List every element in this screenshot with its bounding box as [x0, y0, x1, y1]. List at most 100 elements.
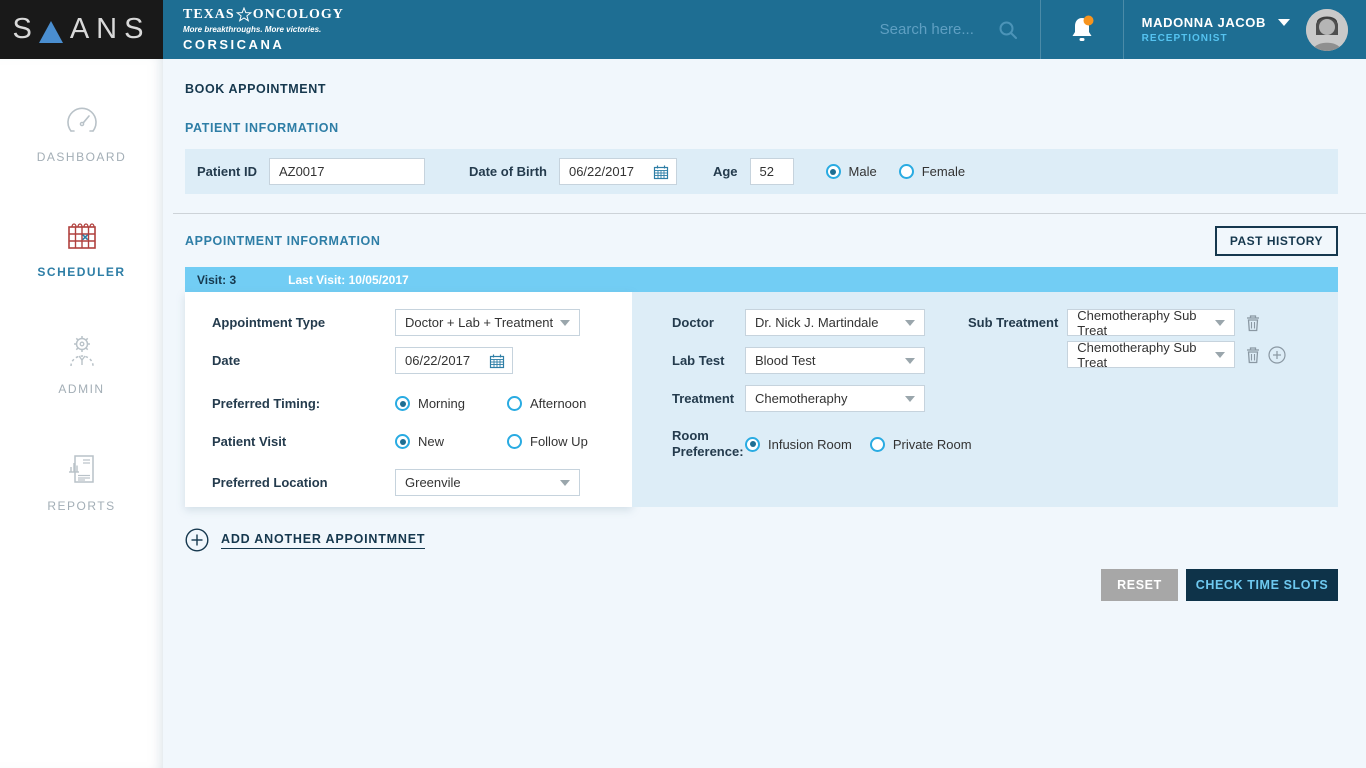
check-time-slots-button[interactable]: CHECK TIME SLOTS — [1186, 569, 1338, 601]
calendar-icon — [489, 353, 505, 369]
sidebar-item-reports[interactable]: REPORTS — [0, 450, 163, 513]
appointment-left-panel: Appointment Type Doctor + Lab + Treatmen… — [185, 292, 632, 507]
timing-afternoon-radio[interactable]: Afternoon — [507, 396, 586, 411]
visit-count: Visit: 3 — [197, 273, 236, 287]
date-label: Date — [212, 353, 395, 368]
preferred-timing-label: Preferred Timing: — [212, 396, 395, 411]
caret-down-icon — [905, 396, 915, 402]
lab-test-label: Lab Test — [672, 353, 745, 368]
lab-test-select[interactable]: Blood Test — [745, 347, 925, 374]
user-name: MADONNA JACOB — [1142, 15, 1266, 30]
sub-treatment-row: Chemotheraphy Sub Treat — [1067, 309, 1286, 336]
treatment-select[interactable]: Chemotheraphy — [745, 385, 925, 412]
main-content: BOOK APPOINTMENT PATIENT INFORMATION Pat… — [163, 59, 1366, 768]
dob-input[interactable]: 06/22/2017 — [559, 158, 677, 185]
age-input[interactable] — [750, 158, 794, 185]
gender-female-radio[interactable]: Female — [899, 164, 965, 179]
appointment-date-input[interactable]: 06/22/2017 — [395, 347, 513, 374]
dob-label: Date of Birth — [469, 164, 547, 179]
preferred-location-select[interactable]: Greenvile — [395, 469, 580, 496]
radio-unselected-icon — [507, 396, 522, 411]
calendar-icon — [653, 164, 669, 180]
logo-triangle-icon — [39, 21, 63, 43]
app-logo: S ANS — [0, 0, 163, 59]
gender-male-radio[interactable]: Male — [826, 164, 877, 179]
notifications-button[interactable] — [1041, 0, 1123, 59]
gauge-icon — [63, 103, 101, 139]
appointment-type-label: Appointment Type — [212, 315, 395, 330]
brand-location: CORSICANA — [183, 37, 344, 52]
avatar[interactable] — [1306, 9, 1348, 51]
search-icon[interactable] — [998, 20, 1018, 40]
sidebar-nav: DASHBOARD SCHEDULER — [0, 59, 163, 768]
reset-button[interactable]: RESET — [1101, 569, 1178, 601]
notification-badge — [1083, 15, 1093, 25]
brand-title: TEXAS ONCOLOGY — [183, 7, 344, 23]
appointment-type-select[interactable]: Doctor + Lab + Treatment — [395, 309, 580, 336]
room-infusion-radio[interactable]: Infusion Room — [745, 437, 852, 452]
section-divider — [173, 213, 1366, 214]
delete-sub-treatment-button[interactable] — [1245, 314, 1261, 332]
patient-info-bar: Patient ID Date of Birth 06/22/2017 Age … — [185, 149, 1338, 194]
doctor-label: Doctor — [672, 315, 745, 330]
chevron-down-icon — [1278, 19, 1290, 27]
brand-title-left: TEXAS — [183, 7, 235, 23]
user-role: RECEPTIONIST — [1142, 33, 1290, 44]
calendar-grid-icon — [63, 218, 101, 254]
appointment-section-title: APPOINTMENT INFORMATION — [185, 234, 381, 248]
visit-followup-radio[interactable]: Follow Up — [507, 434, 588, 449]
bell-icon — [1067, 14, 1097, 46]
star-icon — [236, 7, 252, 23]
add-sub-treatment-button[interactable] — [1268, 346, 1286, 364]
caret-down-icon — [560, 480, 570, 486]
dob-value: 06/22/2017 — [569, 164, 634, 179]
sub-treatment-label: Sub Treatment — [968, 315, 1058, 330]
logo-letters: ANS — [70, 15, 151, 44]
room-preference-label: Room Preference: — [672, 428, 745, 461]
sidebar-item-dashboard[interactable]: DASHBOARD — [0, 103, 163, 164]
radio-unselected-icon — [507, 434, 522, 449]
search-box — [880, 0, 1040, 59]
trash-icon — [1245, 314, 1261, 332]
past-history-button[interactable]: PAST HISTORY — [1215, 226, 1338, 256]
caret-down-icon — [1215, 352, 1225, 358]
sub-treatment-row: Chemotheraphy Sub Treat — [1067, 341, 1286, 368]
user-menu[interactable]: MADONNA JACOB RECEPTIONIST — [1124, 0, 1306, 59]
age-label: Age — [713, 164, 738, 179]
preferred-location-label: Preferred Location — [212, 475, 395, 490]
sub-treatment-select-2[interactable]: Chemotheraphy Sub Treat — [1067, 341, 1235, 368]
header-spacer — [344, 0, 880, 59]
appointment-right-panel: Doctor Dr. Nick J. Martindale Lab Test B… — [632, 292, 1338, 507]
sub-treatment-select-1[interactable]: Chemotheraphy Sub Treat — [1067, 309, 1235, 336]
radio-selected-icon — [826, 164, 841, 179]
visit-new-radio[interactable]: New — [395, 434, 444, 449]
brand-tagline: More breakthroughs. More victories. — [183, 25, 344, 34]
logo-letter: S — [13, 15, 39, 44]
saans-logo: S ANS — [13, 15, 151, 44]
visit-banner: Visit: 3 Last Visit: 10/05/2017 — [185, 267, 1338, 292]
search-input[interactable] — [880, 21, 998, 38]
plus-circle-icon — [1268, 346, 1286, 364]
caret-down-icon — [905, 320, 915, 326]
radio-unselected-icon — [899, 164, 914, 179]
radio-selected-icon — [395, 434, 410, 449]
clinic-brand: TEXAS ONCOLOGY More breakthroughs. More … — [163, 0, 344, 59]
last-visit-date: Last Visit: 10/05/2017 — [288, 273, 409, 287]
radio-selected-icon — [745, 437, 760, 452]
delete-sub-treatment-button[interactable] — [1245, 346, 1261, 364]
sidebar-item-scheduler[interactable]: SCHEDULER — [0, 218, 163, 279]
gear-person-icon — [63, 333, 101, 371]
page-title: BOOK APPOINTMENT — [185, 82, 1338, 96]
appointment-form: Appointment Type Doctor + Lab + Treatmen… — [185, 292, 1338, 507]
sub-treatment-block: Sub Treatment Chemotheraphy Sub Treat — [968, 309, 1286, 368]
caret-down-icon — [560, 320, 570, 326]
doctor-select[interactable]: Dr. Nick J. Martindale — [745, 309, 925, 336]
sidebar-item-admin[interactable]: ADMIN — [0, 333, 163, 396]
add-another-appointment-link[interactable]: ADD ANOTHER APPOINTMNET — [185, 528, 425, 552]
patient-id-label: Patient ID — [197, 164, 257, 179]
radio-selected-icon — [395, 396, 410, 411]
room-private-radio[interactable]: Private Room — [870, 437, 972, 452]
timing-morning-radio[interactable]: Morning — [395, 396, 465, 411]
patient-id-input[interactable] — [269, 158, 425, 185]
top-header: S ANS TEXAS ONCOLOGY More breakthroughs.… — [0, 0, 1366, 59]
